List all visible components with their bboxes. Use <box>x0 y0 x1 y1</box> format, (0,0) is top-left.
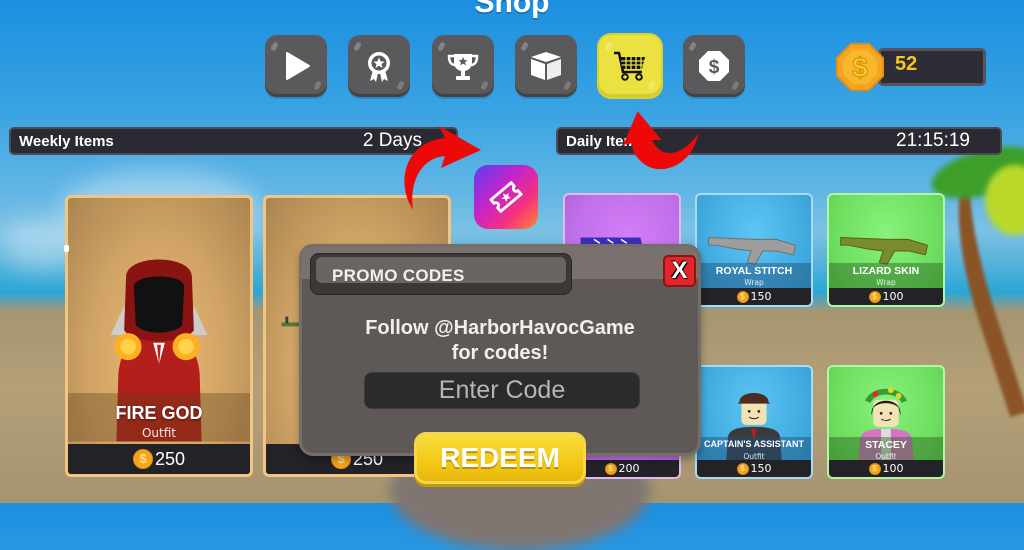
nav-play-button[interactable] <box>265 35 327 97</box>
promo-message-line1: Follow @HarborHavocGame <box>365 317 635 339</box>
trophy-icon <box>447 54 479 80</box>
item-price-value: 200 <box>618 462 640 475</box>
nav-shop-button[interactable] <box>599 35 661 97</box>
redeem-button[interactable]: REDEEM <box>414 432 586 484</box>
nav-robux-button[interactable]: $ <box>683 35 745 97</box>
close-icon: X <box>671 257 688 284</box>
nav-trophies-button[interactable] <box>432 35 494 97</box>
daily-item-card[interactable]: CAPTAIN'S ASSISTANT Outfit $ 150 <box>695 365 813 479</box>
weekly-items-header: Weekly Items 2 Days <box>9 127 458 155</box>
coin-icon: $ <box>132 449 153 469</box>
dialog-title: PROMO CODES <box>332 266 465 285</box>
item-name: LIZARD SKIN <box>852 265 920 277</box>
shopping-cart-icon <box>614 51 645 81</box>
mouse-cursor <box>64 245 69 252</box>
item-price-value: 150 <box>750 290 772 303</box>
ribbon-award-icon <box>368 52 390 82</box>
item-price: $ 150 <box>697 288 811 305</box>
coin-icon: $ <box>736 290 749 303</box>
item-type: Outfit <box>141 426 177 440</box>
item-price: $ 250 <box>68 444 250 474</box>
gold-coin-icon: $ <box>836 43 884 91</box>
close-button[interactable]: X <box>663 255 696 287</box>
play-icon <box>286 52 310 80</box>
item-price: $ 150 <box>697 460 811 477</box>
svg-text:$: $ <box>709 57 720 78</box>
dollar-coin-icon: $ <box>699 51 729 81</box>
promo-message-line2: for codes! <box>451 342 549 364</box>
page-title: Shop <box>474 0 550 19</box>
item-price-value: 100 <box>882 462 904 475</box>
item-price: $ 100 <box>829 288 943 305</box>
item-price-value: 100 <box>882 290 904 303</box>
ticket-icon <box>489 181 523 213</box>
item-price: $ 100 <box>829 460 943 477</box>
daily-items-timer: 21:15:19 <box>896 130 970 151</box>
weekly-items-label: Weekly Items <box>19 132 114 150</box>
daily-item-card[interactable]: LIZARD SKIN Wrap $ 100 <box>827 193 945 307</box>
item-name: FIRE GOD <box>115 403 203 423</box>
promo-message: Follow @HarborHavocGame for codes! <box>302 316 698 366</box>
weekly-item-card[interactable]: FIRE GOD Outfit $ 250 <box>65 195 253 477</box>
coin-icon: $ <box>604 462 617 475</box>
item-name: ROYAL STITCH <box>715 265 793 277</box>
currency-amount: 52 <box>895 53 918 75</box>
item-price-value: 250 <box>154 448 186 469</box>
item-name: CAPTAIN'S ASSISTANT <box>704 439 804 449</box>
nav-rewards-button[interactable] <box>348 35 410 97</box>
coin-icon: $ <box>868 462 881 475</box>
coin-icon: $ <box>736 462 749 475</box>
item-name: STACEY <box>865 439 907 451</box>
item-type: Wrap <box>744 278 764 287</box>
promo-code-input[interactable] <box>364 372 640 409</box>
dialog-title-box: PROMO CODES <box>310 253 572 295</box>
box-icon <box>531 52 561 80</box>
svg-text:$: $ <box>852 52 868 83</box>
daily-items-label: Daily Items <box>566 132 646 150</box>
daily-item-card[interactable]: STACEY Outfit $ 100 <box>827 365 945 479</box>
item-type: Wrap <box>876 278 896 287</box>
item-price-value: 150 <box>750 462 772 475</box>
daily-items-header: Daily Items 21:15:19 <box>556 127 1002 155</box>
coin-icon: $ <box>868 290 881 303</box>
promo-codes-button[interactable] <box>474 165 538 229</box>
daily-item-card[interactable]: ROYAL STITCH Wrap $ 150 <box>695 193 813 307</box>
nav-crates-button[interactable] <box>515 35 577 97</box>
weekly-items-timer: 2 Days <box>362 130 422 151</box>
promo-codes-dialog: PROMO CODES X Follow @HarborHavocGame fo… <box>299 244 701 456</box>
